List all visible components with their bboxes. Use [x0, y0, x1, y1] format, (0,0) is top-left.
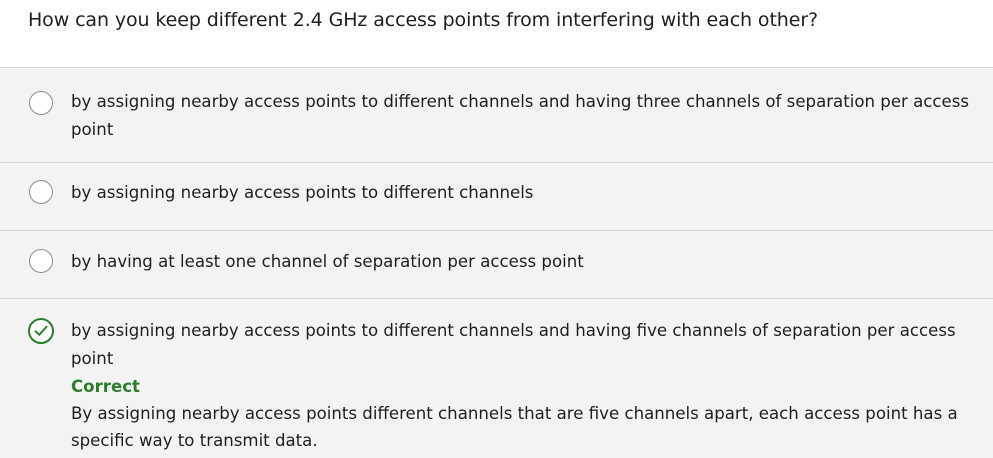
answer-option-2[interactable]: by assigning nearby access points to dif…: [0, 163, 993, 231]
answer-option-label: by assigning nearby access points to dif…: [71, 321, 956, 368]
feedback-status: Correct: [71, 377, 140, 396]
answer-option-label: by assigning nearby access points to dif…: [71, 92, 970, 139]
check-circle-icon[interactable]: [28, 318, 54, 344]
radio-circle-icon[interactable]: [29, 180, 53, 204]
radio-circle-icon[interactable]: [29, 91, 53, 115]
answer-option-label: by having at least one channel of separa…: [71, 252, 584, 271]
checkmark-icon: [34, 325, 48, 336]
answer-options: by assigning nearby access points to dif…: [0, 68, 993, 458]
question-text: How can you keep different 2.4 GHz acces…: [0, 0, 993, 68]
answer-option-3[interactable]: by having at least one channel of separa…: [0, 231, 993, 299]
answer-option-1[interactable]: by assigning nearby access points to dif…: [0, 68, 993, 163]
answer-option-4[interactable]: by assigning nearby access points to dif…: [0, 299, 993, 458]
feedback-explanation: By assigning nearby access points differ…: [71, 404, 958, 450]
answer-option-label: by assigning nearby access points to dif…: [71, 183, 534, 202]
radio-circle-icon[interactable]: [29, 249, 53, 273]
